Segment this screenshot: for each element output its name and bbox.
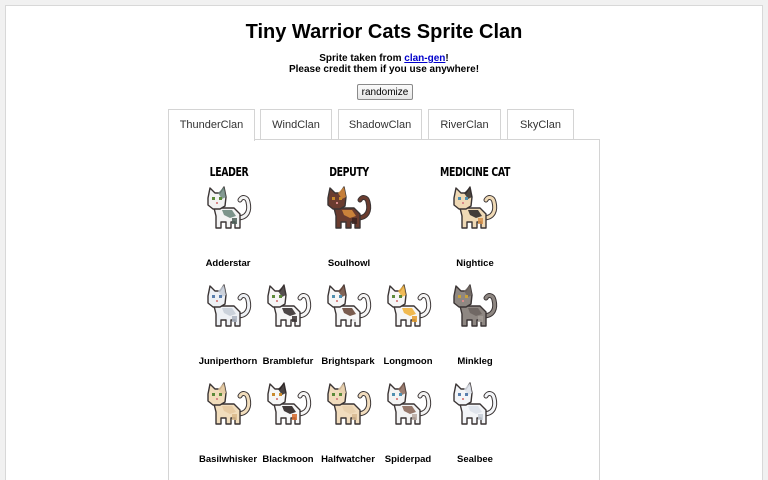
cat-sprite-juniperthorn <box>207 284 252 327</box>
cat-name-halfwatcher: Halfwatcher <box>321 454 375 465</box>
clan-panel: LEADER DEPUTY MEDICINE CAT Adderstar Sou… <box>168 139 600 480</box>
cat-name-spiderpad: Spiderpad <box>384 454 432 465</box>
clan-gen-link[interactable]: clan-gen <box>404 53 445 64</box>
tab-skyclan[interactable]: SkyClan <box>507 109 574 140</box>
cat-sprite-basilwhisker <box>207 382 252 425</box>
cat-sprite-longmoon <box>387 284 432 327</box>
tab-shadowclan[interactable]: ShadowClan <box>338 109 422 140</box>
cat-name-adderstar: Adderstar <box>205 258 251 269</box>
page-title: Tiny Warrior Cats Sprite Clan <box>245 21 523 43</box>
cat-sprite-nightice <box>453 186 498 229</box>
cat-name-soulhowl: Soulhowl <box>327 258 371 269</box>
credit-line2: Please credit them if you use anywhere! <box>288 64 480 75</box>
page-frame: Tiny Warrior Cats Sprite Clan Sprite tak… <box>5 5 763 480</box>
tab-thunderclan[interactable]: ThunderClan <box>168 109 255 141</box>
cat-sprite-blackmoon <box>267 382 312 425</box>
cat-sprite-bramblefur <box>267 284 312 327</box>
cat-sprite-minkleg <box>453 284 498 327</box>
rank-deputy: DEPUTY <box>329 165 369 179</box>
cat-name-basilwhisker: Basilwhisker <box>198 454 258 465</box>
tab-riverclan[interactable]: RiverClan <box>428 109 501 140</box>
cat-sprite-brightspark <box>327 284 372 327</box>
cat-name-nightice: Nightice <box>456 258 494 269</box>
tab-windclan[interactable]: WindClan <box>260 109 332 140</box>
rank-leader: LEADER <box>209 165 249 179</box>
cat-sprite-halfwatcher <box>327 382 372 425</box>
cat-name-longmoon: Longmoon <box>383 356 433 367</box>
credit-suffix: ! <box>445 53 449 64</box>
credit-prefix: Sprite taken from <box>319 53 405 64</box>
randomize-button[interactable]: randomize <box>357 84 413 100</box>
credit-note: Sprite taken from clan-gen! Please credi… <box>6 53 762 75</box>
cat-sprite-spiderpad <box>387 382 432 425</box>
rank-medicine-cat: MEDICINE CAT <box>440 165 510 179</box>
cat-name-juniperthorn: Juniperthorn <box>198 356 258 367</box>
cat-name-brightspark: Brightspark <box>321 356 375 367</box>
cat-sprite-sealbee <box>453 382 498 425</box>
cat-name-blackmoon: Blackmoon <box>262 454 314 465</box>
cat-name-bramblefur: Bramblefur <box>262 356 314 367</box>
cat-sprite-adderstar <box>207 186 252 229</box>
cat-name-sealbee: Sealbee <box>457 454 493 465</box>
cat-sprite-soulhowl <box>327 186 372 229</box>
cat-name-minkleg: Minkleg <box>457 356 493 367</box>
